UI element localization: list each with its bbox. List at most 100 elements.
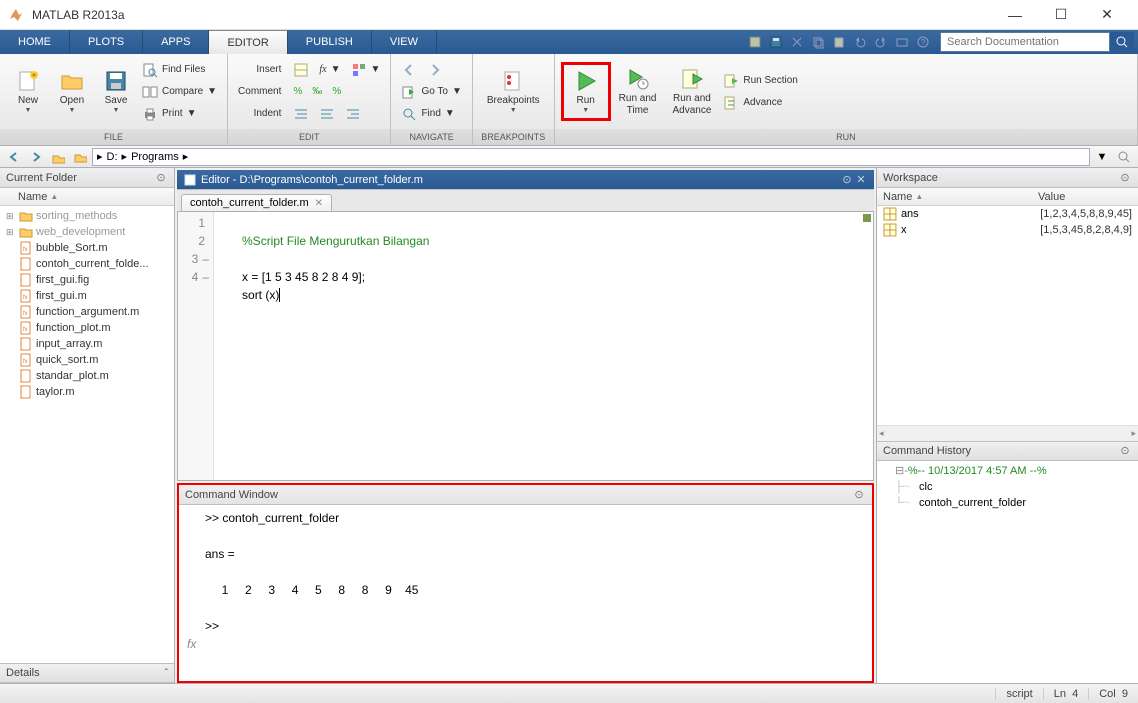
tab-close-icon[interactable]: ✕ (315, 198, 323, 209)
tab-plots[interactable]: PLOTS (70, 30, 143, 54)
editor-tab[interactable]: contoh_current_folder.m ✕ (181, 194, 332, 211)
search-button[interactable] (1110, 32, 1134, 52)
indent-btn[interactable] (289, 103, 313, 125)
smart-indent-btn[interactable] (341, 103, 365, 125)
command-window-body[interactable]: fx>> contoh_current_folder ans = 1 2 3 4… (179, 505, 872, 681)
new-button[interactable]: New▼ (6, 67, 50, 116)
search-input[interactable] (940, 32, 1110, 52)
copy-icon[interactable] (809, 33, 827, 51)
insert-fx-button[interactable]: fx ▼ (315, 59, 344, 81)
tab-view[interactable]: VIEW (372, 30, 437, 54)
ws-var-row[interactable]: x[1,5,3,45,8,2,8,4,9] (877, 222, 1138, 238)
minimize-button[interactable]: — (992, 0, 1038, 30)
uncomment-btn[interactable]: ‰ (308, 81, 326, 103)
editor-menu-icon[interactable]: ⊙ (840, 173, 854, 187)
path-back-button[interactable] (4, 148, 24, 166)
workspace-menu-icon[interactable]: ⊙ (1118, 171, 1132, 185)
run-and-advance-button[interactable]: Run and Advance (664, 65, 719, 119)
fx-icon[interactable]: fx (187, 509, 205, 677)
nav-back-button[interactable] (397, 59, 421, 81)
file-item[interactable]: first_gui.fig (0, 272, 174, 288)
workspace-scrollbar[interactable]: ◂▸ (877, 425, 1138, 441)
tab-apps[interactable]: APPS (143, 30, 209, 54)
paste-icon[interactable] (830, 33, 848, 51)
cf-col-name[interactable]: Name ▲ (18, 191, 58, 203)
insert-misc-button[interactable]: ▼ (347, 59, 385, 81)
run-button[interactable]: Run▼ (561, 62, 611, 121)
svg-text:fx: fx (23, 247, 28, 253)
file-item[interactable]: standar_plot.m (0, 368, 174, 384)
current-folder-menu-icon[interactable]: ⊙ (154, 171, 168, 185)
history-body[interactable]: ⊟-%-- 10/13/2017 4:57 AM --% ├┈clc └┈con… (877, 461, 1138, 684)
ws-col-name[interactable]: Name ▲ (883, 191, 1038, 203)
compare-button[interactable]: Compare ▼ (138, 81, 221, 103)
outdent-btn[interactable] (315, 103, 339, 125)
path-drive[interactable]: D: ▸ (107, 150, 128, 163)
history-entry[interactable]: └┈contoh_current_folder (881, 495, 1134, 511)
history-entry[interactable]: ├┈clc (881, 479, 1134, 495)
advance-button[interactable]: Advance (719, 92, 801, 114)
path-browse-button[interactable] (70, 148, 90, 166)
svg-text:fx: fx (23, 327, 28, 333)
undo-icon[interactable] (851, 33, 869, 51)
cmdwin-menu-icon[interactable]: ⊙ (852, 488, 866, 502)
editor-body[interactable]: 1 2 3– 4– %Script File Mengurutkan Bilan… (177, 212, 874, 481)
file-item[interactable]: fxbubble_Sort.m (0, 240, 174, 256)
insert-section-button[interactable] (289, 59, 313, 81)
run-and-time-button[interactable]: Run and Time (611, 65, 665, 119)
file-item[interactable]: fxfunction_plot.m (0, 320, 174, 336)
path-folder[interactable]: Programs ▸ (131, 150, 188, 163)
editor-code[interactable]: %Script File Mengurutkan Bilangan x = [1… (214, 212, 437, 480)
file-item[interactable]: fxfirst_gui.m (0, 288, 174, 304)
folder-item[interactable]: ⊞sorting_methods (0, 208, 174, 224)
save-button[interactable]: Save▼ (94, 67, 138, 116)
cut-icon[interactable] (788, 33, 806, 51)
history-timestamp[interactable]: ⊟-%-- 10/13/2017 4:57 AM --% (881, 463, 1134, 479)
path-up-button[interactable] (48, 148, 68, 166)
maximize-button[interactable]: ☐ (1038, 0, 1084, 30)
comment-btn[interactable]: % (289, 81, 306, 103)
path-search-button[interactable] (1114, 148, 1134, 166)
qat-btn-1[interactable] (746, 33, 764, 51)
wrap-comment-btn[interactable]: % (328, 81, 345, 103)
goto-button[interactable]: Go To ▼ (397, 81, 465, 103)
folder-item[interactable]: ⊞web_development (0, 224, 174, 240)
file-item[interactable]: fxquick_sort.m (0, 352, 174, 368)
close-button[interactable]: ✕ (1084, 0, 1130, 30)
find-button[interactable]: Find ▼ (397, 103, 465, 125)
status-col: Col 9 (1088, 688, 1138, 700)
run-section-button[interactable]: Run Section (719, 70, 801, 92)
ws-var-row[interactable]: ans[1,2,3,4,5,8,8,9,45] (877, 206, 1138, 222)
workspace-body[interactable]: ans[1,2,3,4,5,8,8,9,45] x[1,5,3,45,8,2,8… (877, 206, 1138, 425)
print-button[interactable]: Print ▼ (138, 103, 221, 125)
path-box[interactable]: ▸ D: ▸ Programs ▸ (92, 148, 1090, 166)
tab-home[interactable]: HOME (0, 30, 70, 54)
ribbon-group-navigate: Go To ▼ Find ▼ NAVIGATE (391, 54, 472, 145)
editor-tabs: contoh_current_folder.m ✕ (177, 190, 874, 212)
status-line: Ln 4 (1043, 688, 1089, 700)
file-item[interactable]: input_array.m (0, 336, 174, 352)
save-icon[interactable] (767, 33, 785, 51)
path-fwd-button[interactable] (26, 148, 46, 166)
redo-icon[interactable] (872, 33, 890, 51)
open-button[interactable]: Open▼ (50, 67, 94, 116)
details-panel-title[interactable]: Detailsˆ (0, 663, 174, 683)
help-icon[interactable]: ? (914, 33, 932, 51)
find-files-button[interactable]: Find Files (138, 59, 221, 81)
center-area: Editor - D:\Programs\contoh_current_fold… (175, 168, 876, 683)
tab-publish[interactable]: PUBLISH (288, 30, 372, 54)
folder-tree[interactable]: ⊞sorting_methods ⊞web_development fxbubb… (0, 206, 174, 663)
code-analyzer-marker[interactable] (863, 214, 871, 222)
switch-windows-icon[interactable] (893, 33, 911, 51)
file-item[interactable]: contoh_current_folde... (0, 256, 174, 272)
path-dropdown-button[interactable]: ▼ (1092, 148, 1112, 166)
history-menu-icon[interactable]: ⊙ (1118, 444, 1132, 458)
ws-col-value[interactable]: Value (1038, 191, 1065, 203)
file-item[interactable]: taylor.m (0, 384, 174, 400)
breakpoints-button[interactable]: Breakpoints▼ (479, 67, 548, 116)
editor-close-icon[interactable]: ✕ (854, 173, 868, 187)
tab-editor[interactable]: EDITOR (209, 30, 287, 54)
status-mode: script (995, 688, 1042, 700)
file-item[interactable]: fxfunction_argument.m (0, 304, 174, 320)
nav-fwd-button[interactable] (423, 59, 447, 81)
